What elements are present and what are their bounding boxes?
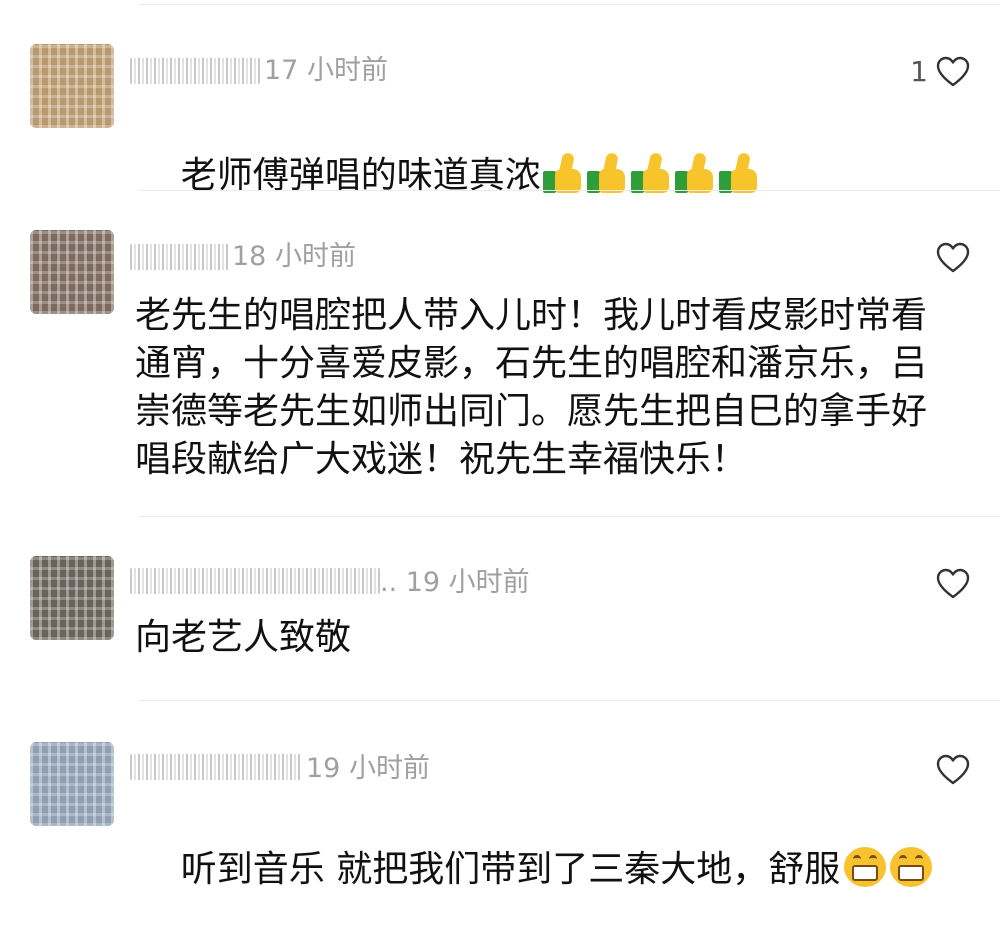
like-control[interactable]: 1 bbox=[910, 56, 970, 88]
comment-text-content: 听到音乐 就把我们带到了三秦大地，舒服 bbox=[180, 849, 841, 890]
thumbs-up-icon bbox=[542, 151, 583, 193]
username-blurred[interactable] bbox=[130, 754, 302, 780]
heart-icon[interactable] bbox=[936, 568, 970, 600]
like-control[interactable] bbox=[928, 754, 970, 786]
thumbs-up-icon bbox=[718, 151, 759, 193]
comment-time: 17 小时前 bbox=[264, 55, 388, 86]
avatar[interactable] bbox=[30, 44, 114, 128]
username-blurred[interactable] bbox=[130, 244, 230, 270]
comment-text: 听到音乐 就把我们带到了三秦大地，舒服 bbox=[135, 798, 960, 942]
heart-icon[interactable] bbox=[936, 242, 970, 274]
heart-icon[interactable] bbox=[936, 56, 970, 88]
grinning-face-icon bbox=[844, 847, 887, 887]
comment-item: 17 小时前 1 老师傅弹唱的味道真浓 bbox=[0, 0, 1000, 196]
avatar[interactable] bbox=[30, 742, 114, 826]
like-count: 1 bbox=[910, 55, 928, 88]
comment-time: .. 19 小时前 bbox=[380, 567, 530, 598]
avatar[interactable] bbox=[30, 230, 114, 314]
comment-text: 老先生的唱腔把人带入儿时！我儿时看皮影时常看通宵，十分喜爱皮影，石先生的唱腔和潘… bbox=[135, 295, 928, 480]
comment-time: 18 小时前 bbox=[232, 241, 356, 272]
comment-item: .. 19 小时前 向老艺人致敬 bbox=[0, 516, 1000, 700]
avatar[interactable] bbox=[30, 556, 114, 640]
username-blurred[interactable] bbox=[130, 58, 260, 84]
like-control[interactable] bbox=[928, 568, 970, 600]
thumbs-up-icon bbox=[630, 151, 671, 193]
username-blurred[interactable] bbox=[130, 568, 380, 594]
comment-item: 19 小时前 听到音乐 就把我们带到了三秦大地，舒服 bbox=[0, 700, 1000, 890]
comment-item: 18 小时前 老先生的唱腔把人带入儿时！我儿时看皮影时常看通宵，十分喜爱皮影，石… bbox=[0, 190, 1000, 516]
thumbs-up-icon bbox=[586, 151, 627, 193]
grinning-face-icon bbox=[890, 847, 933, 887]
thumbs-up-icon bbox=[674, 151, 715, 193]
comment-text: 向老艺人致敬 bbox=[135, 617, 352, 658]
heart-icon[interactable] bbox=[936, 754, 970, 786]
comment-time: 19 小时前 bbox=[306, 753, 430, 784]
emoji-row bbox=[542, 151, 759, 193]
like-control[interactable] bbox=[928, 242, 970, 274]
